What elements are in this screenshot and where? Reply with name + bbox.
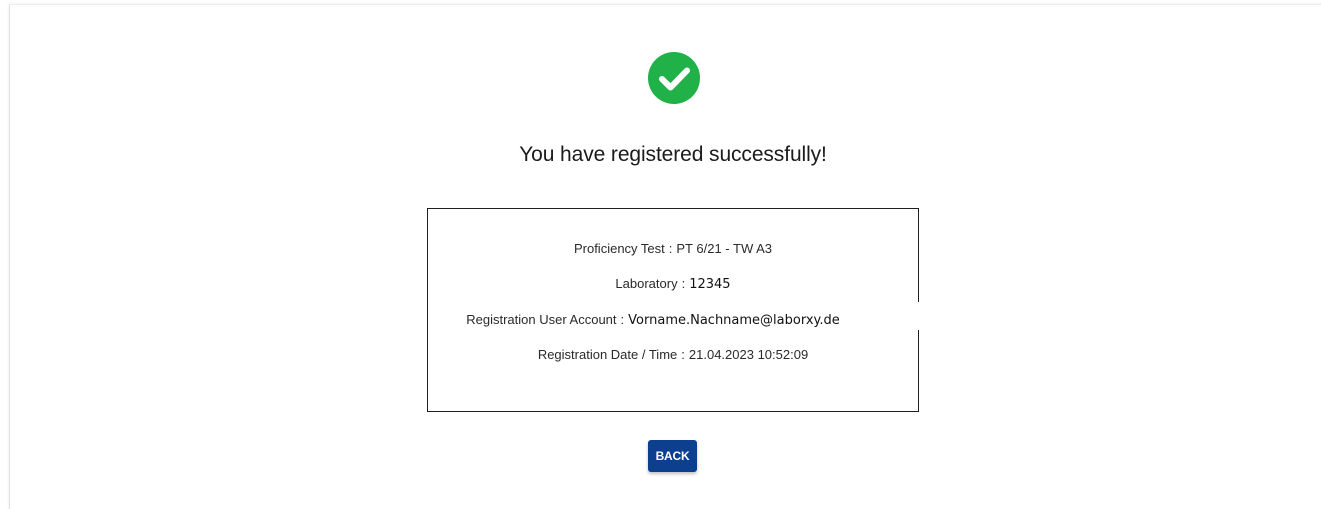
back-button[interactable]: BACK bbox=[648, 440, 697, 472]
laboratory-label: Laboratory bbox=[615, 276, 678, 291]
laboratory-row: Laboratory:12345 bbox=[428, 276, 918, 292]
date-time-label: Registration Date / Time bbox=[537, 347, 678, 362]
check-circle-icon bbox=[648, 52, 700, 104]
date-time-value: 21.04.2023 10:52:09 bbox=[688, 347, 809, 362]
registration-details-box: Proficiency Test: PT 6/21 - TW A3 Laborat… bbox=[427, 208, 919, 412]
box-border-gap bbox=[916, 302, 922, 330]
proficiency-test-label: Proficiency Test bbox=[573, 241, 665, 256]
separator: : bbox=[668, 241, 673, 256]
proficiency-test-value: PT 6/21 - TW A3 bbox=[676, 241, 773, 256]
user-account-label: Registration User Account bbox=[466, 312, 617, 327]
laboratory-value: 12345 bbox=[689, 277, 731, 292]
registration-success-page: You have registered successfully! Profic… bbox=[0, 0, 1321, 509]
separator: : bbox=[681, 347, 685, 362]
date-time-row: Registration Date / Time:21.04.2023 10:5… bbox=[428, 347, 918, 362]
separator: : bbox=[620, 312, 625, 327]
proficiency-test-row: Proficiency Test: PT 6/21 - TW A3 bbox=[428, 241, 918, 256]
success-message: You have registered successfully! bbox=[519, 143, 827, 166]
separator: : bbox=[681, 276, 686, 291]
user-account-row: Registration User Account: Vorname.Nachna… bbox=[418, 312, 888, 328]
user-account-value: Vorname.Nachname@laborxy.de bbox=[628, 313, 840, 328]
